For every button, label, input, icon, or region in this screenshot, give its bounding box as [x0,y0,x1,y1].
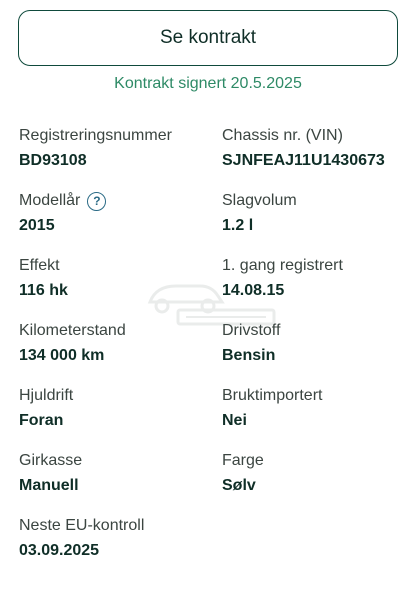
detail-mileage: Kilometerstand 134 000 km [19,319,222,384]
question-circle-icon[interactable]: ? [87,191,107,211]
detail-first-registered: 1. gang registrert 14.08.15 [222,254,399,319]
detail-label: Modellår ? [19,189,222,213]
detail-registration-number: Registreringsnummer BD93108 [19,124,222,189]
detail-power: Effekt 116 hk [19,254,222,319]
detail-value: 03.09.2025 [19,542,100,559]
detail-value: BD93108 [19,152,87,169]
detail-label: Girkasse [19,452,83,469]
detail-row: Registreringsnummer BD93108 Chassis nr. … [19,124,399,189]
detail-value: Nei [222,412,247,429]
detail-label: Registreringsnummer [19,127,172,144]
detail-value: Sølv [222,477,256,494]
detail-value: 2015 [19,217,55,234]
detail-row: Kilometerstand 134 000 km Drivstoff Bens… [19,319,399,384]
vehicle-details-grid: Registreringsnummer BD93108 Chassis nr. … [19,124,399,579]
contract-signed-status: Kontrakt signert 20.5.2025 [114,75,302,92]
detail-fuel: Drivstoff Bensin [222,319,399,384]
detail-value: 1.2 l [222,217,254,234]
see-contract-button-label: Se kontrakt [159,27,257,48]
detail-row: Modellår ? 2015 Slagvolum 1.2 l [19,189,399,254]
detail-label: Effekt [19,257,60,274]
detail-used-import: Bruktimportert Nei [222,384,399,449]
detail-value: 134 000 km [19,347,105,364]
detail-next-eu-inspection: Neste EU-kontroll 03.09.2025 [19,514,222,579]
detail-model-year: Modellår ? 2015 [19,189,222,254]
detail-label: Hjuldrift [19,387,74,404]
detail-value: SJNFEAJ11U1430673 [222,152,385,169]
detail-color: Farge Sølv [222,449,399,514]
detail-value: 116 hk [19,282,68,299]
detail-label: Drivstoff [222,322,281,339]
detail-row: Hjuldrift Foran Bruktimportert Nei [19,384,399,449]
detail-value: 14.08.15 [222,282,285,299]
detail-label: 1. gang registrert [222,257,343,274]
detail-displacement: Slagvolum 1.2 l [222,189,399,254]
detail-wheel-drive: Hjuldrift Foran [19,384,222,449]
detail-value: Manuell [19,477,79,494]
detail-label: Bruktimportert [222,387,323,404]
detail-row: Girkasse Manuell Farge Sølv [19,449,399,514]
detail-label: Farge [222,452,264,469]
detail-row: Effekt 116 hk 1. gang registrert 14.08.1… [19,254,399,319]
see-contract-button[interactable]: Se kontrakt [18,10,398,66]
detail-gearbox: Girkasse Manuell [19,449,222,514]
detail-row: Neste EU-kontroll 03.09.2025 [19,514,399,579]
detail-value: Foran [19,412,64,429]
detail-label: Slagvolum [222,192,297,209]
detail-vin: Chassis nr. (VIN) SJNFEAJ11U1430673 [222,124,399,189]
detail-value: Bensin [222,347,276,364]
detail-label: Chassis nr. (VIN) [222,127,343,144]
detail-label: Neste EU-kontroll [19,517,145,534]
detail-label: Kilometerstand [19,322,126,339]
detail-label-text: Modellår [19,192,81,209]
